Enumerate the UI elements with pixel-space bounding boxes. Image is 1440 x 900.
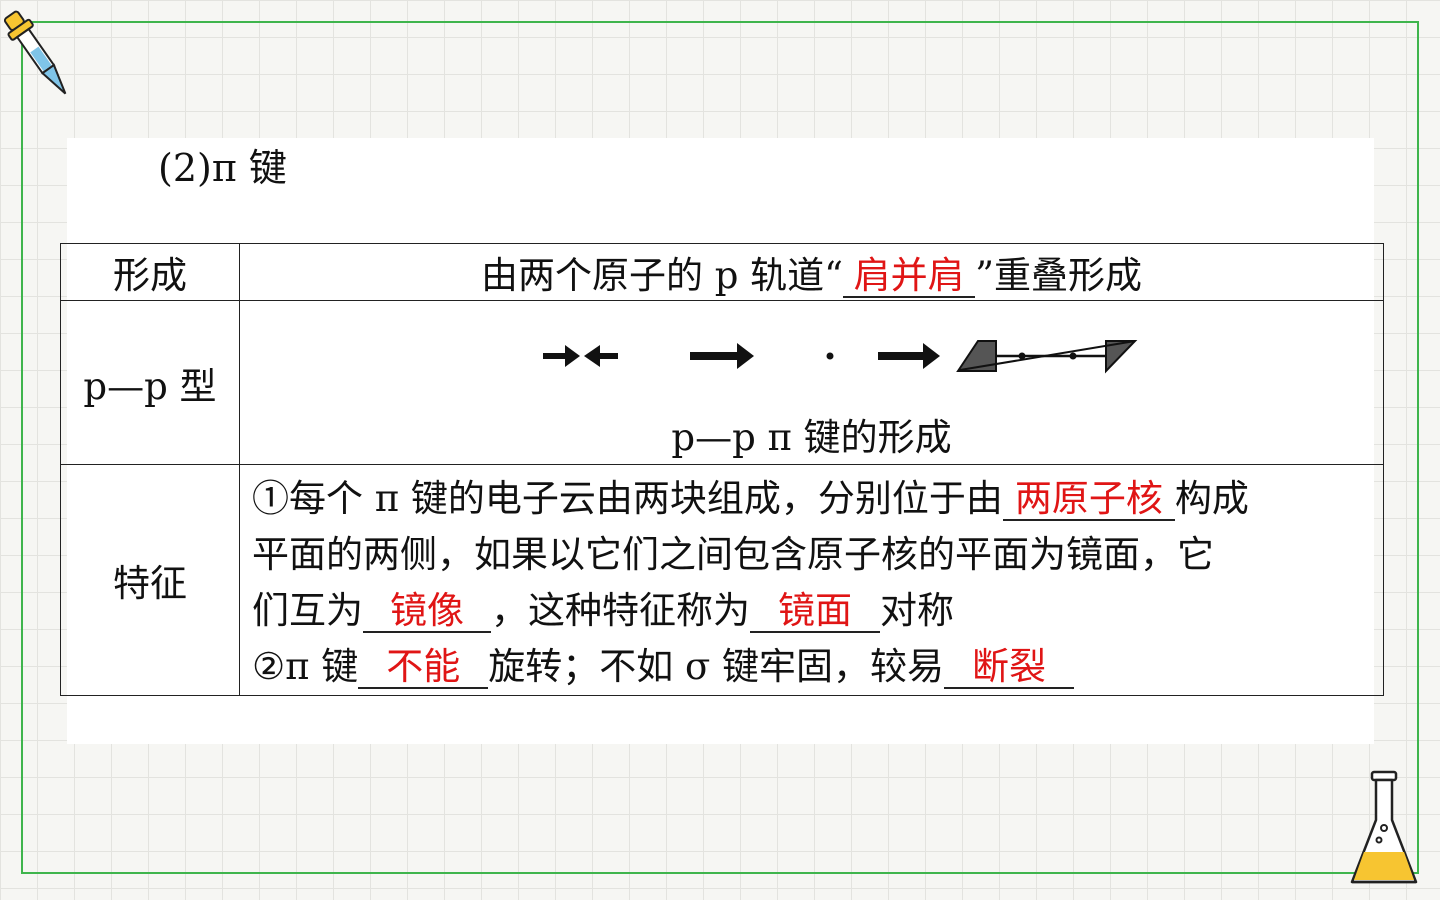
formation-text-after: ”重叠形成: [975, 254, 1143, 297]
nucleus-dot: [826, 352, 834, 360]
features-answer-blank: 镜面: [750, 591, 880, 633]
orbital-overlap-figure: [543, 340, 1138, 374]
table-row-features: 特征 ①每个 π 键的电子云由两块组成，分别位于由 两原子核 构成 平面的两侧，如果…: [60, 464, 1384, 696]
features-line-2: 平面的两侧，如果以它们之间包含原子核的平面为镜面，它: [252, 533, 1214, 576]
features-text: ，这种特征称为: [491, 589, 750, 632]
row-header-features: 特征: [60, 464, 240, 696]
pp-diagram-cell: p—p π 键的形成: [239, 300, 1384, 465]
overlap-shape: [956, 340, 1138, 374]
table-row-formation: 形成 由两个原子的 p 轨道“ 肩并肩 ”重叠形成: [60, 243, 1384, 301]
pp-pi-bond-diagram: p—p π 键的形成: [240, 301, 1383, 464]
features-answer-blank: 两原子核: [1002, 479, 1175, 521]
row-header-pp-type: p—p 型: [60, 300, 240, 465]
pi-bond-table: 形成 由两个原子的 p 轨道“ 肩并肩 ”重叠形成 p—p 型 p—p π 键的…: [60, 243, 1384, 696]
features-answer-blank: 断裂: [944, 647, 1075, 689]
reaction-arrow-1: [690, 343, 754, 369]
dropper-icon: [4, 10, 67, 95]
features-cell: ①每个 π 键的电子云由两块组成，分别位于由 两原子核 构成 平面的两侧，如果以它们…: [239, 464, 1384, 696]
formation-answer-blank: 肩并肩: [843, 256, 976, 298]
flask-icon: [1350, 770, 1418, 884]
table-row-pp-type: p—p 型 p—p π 键的形成: [60, 300, 1384, 465]
approach-arrows: [543, 345, 618, 367]
features-text: 旋转；不如 σ 键牢固，较易: [488, 645, 945, 688]
features-text: ②π 键: [252, 645, 359, 688]
diagram-caption: p—p π 键的形成: [671, 416, 952, 459]
formation-text-before: 由两个原子的 p 轨道“: [480, 254, 844, 297]
formation-cell: 由两个原子的 p 轨道“ 肩并肩 ”重叠形成: [239, 243, 1384, 301]
features-text: 对称: [880, 589, 954, 632]
features-text: 们互为: [252, 589, 363, 632]
features-line-1: ①每个 π 键的电子云由两块组成，分别位于由 两原子核 构成: [252, 471, 1377, 527]
reaction-arrow-2: [878, 343, 940, 369]
features-line-4: ②π 键不能 旋转；不如 σ 键牢固，较易 断裂: [252, 639, 1377, 695]
section-title: (2)π 键: [158, 146, 287, 190]
row-header-formation: 形成: [60, 243, 240, 301]
features-answer-blank: 不能: [358, 647, 489, 689]
features-answer-blank: 镜像: [363, 591, 491, 633]
features-line-3: 们互为 镜像 ，这种特征称为 镜面 对称: [252, 583, 1377, 639]
features-text: 构成: [1174, 477, 1249, 520]
features-text: ①每个 π 键的电子云由两块组成，分别位于由: [252, 477, 1003, 520]
